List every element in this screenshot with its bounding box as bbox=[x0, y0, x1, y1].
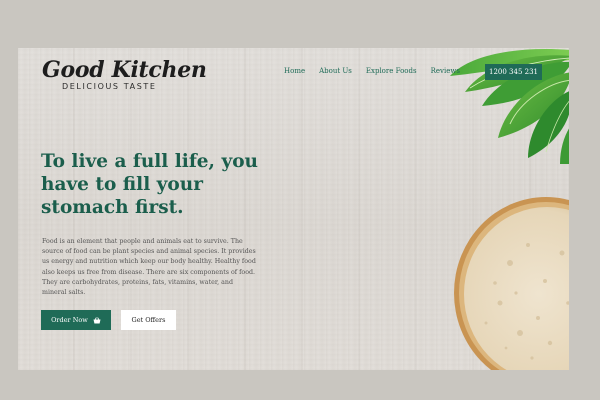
main-nav: Home About Us Explore Foods Reviews bbox=[284, 67, 474, 75]
basket-icon bbox=[93, 316, 101, 323]
nav-about-us[interactable]: About Us bbox=[319, 67, 352, 75]
hero-headline: To live a full life, you have to fill yo… bbox=[41, 151, 258, 218]
brand-logo[interactable]: Good Kitchen DELICIOUS TASTE bbox=[42, 57, 207, 91]
order-now-button[interactable]: Order Now bbox=[41, 310, 111, 330]
bread-slice-image bbox=[454, 197, 569, 370]
nav-explore-foods[interactable]: Explore Foods bbox=[366, 67, 417, 75]
get-offers-button[interactable]: Get Offers bbox=[121, 310, 176, 330]
get-offers-label: Get Offers bbox=[131, 316, 166, 324]
hero-description: Food is an element that people and anima… bbox=[42, 238, 256, 297]
phone-button[interactable]: 1200 345 231 bbox=[485, 64, 542, 80]
nav-reviews[interactable]: Reviews bbox=[431, 67, 460, 75]
order-now-label: Order Now bbox=[51, 316, 88, 324]
brand-name: Good Kitchen bbox=[42, 57, 207, 83]
brand-tagline: DELICIOUS TASTE bbox=[62, 82, 157, 91]
landing-page: Good Kitchen DELICIOUS TASTE Home About … bbox=[18, 48, 569, 370]
nav-home[interactable]: Home bbox=[284, 67, 305, 75]
